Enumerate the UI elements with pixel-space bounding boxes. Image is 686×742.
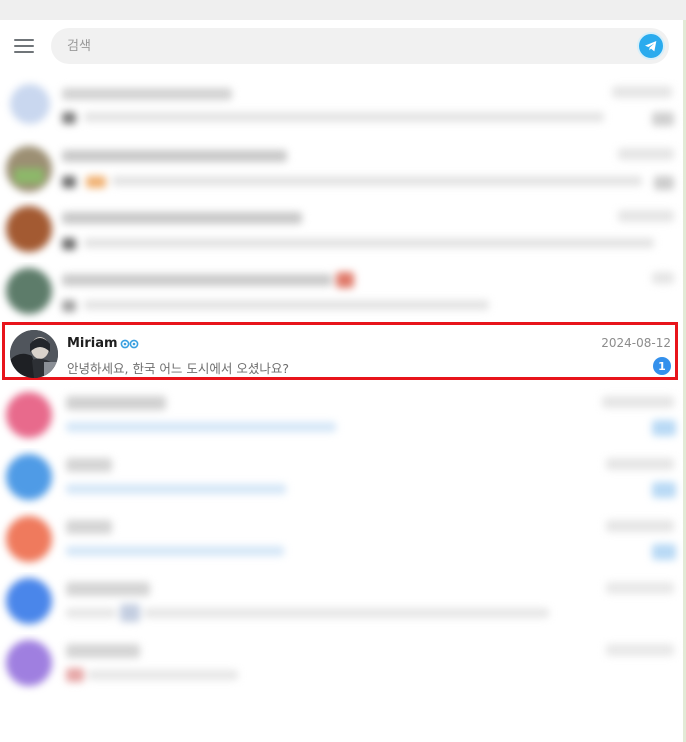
chat-list-item[interactable] — [0, 510, 683, 572]
unread-count-badge: 1 — [653, 357, 671, 375]
chat-list-item[interactable] — [0, 386, 683, 448]
chat-name: Miriam — [67, 336, 118, 351]
chat-list-item[interactable] — [0, 634, 683, 696]
chat-list-item-selected[interactable]: Miriam 2024-08-12 안녕하세요, 한국 어느 도시에서 오셨나요… — [2, 322, 678, 380]
hamburger-menu-icon[interactable] — [14, 39, 34, 55]
window-top-strip — [0, 0, 686, 20]
telegram-logo-icon — [637, 32, 665, 60]
chat-list-header — [0, 20, 683, 74]
chat-preview: 안녕하세요, 한국 어느 도시에서 오셨나요? — [67, 361, 290, 376]
search-bar[interactable] — [51, 28, 669, 64]
verified-badge-icon — [120, 339, 140, 349]
chat-list-item[interactable] — [0, 572, 683, 634]
chat-list-item[interactable] — [0, 76, 683, 138]
avatar — [10, 330, 58, 378]
search-input[interactable] — [67, 28, 607, 64]
chat-date: 2024-08-12 — [601, 336, 671, 350]
chat-list-item[interactable] — [0, 262, 683, 324]
chat-list-item[interactable] — [0, 200, 683, 262]
chat-list-item[interactable] — [0, 448, 683, 510]
chat-list-item[interactable] — [0, 138, 683, 200]
